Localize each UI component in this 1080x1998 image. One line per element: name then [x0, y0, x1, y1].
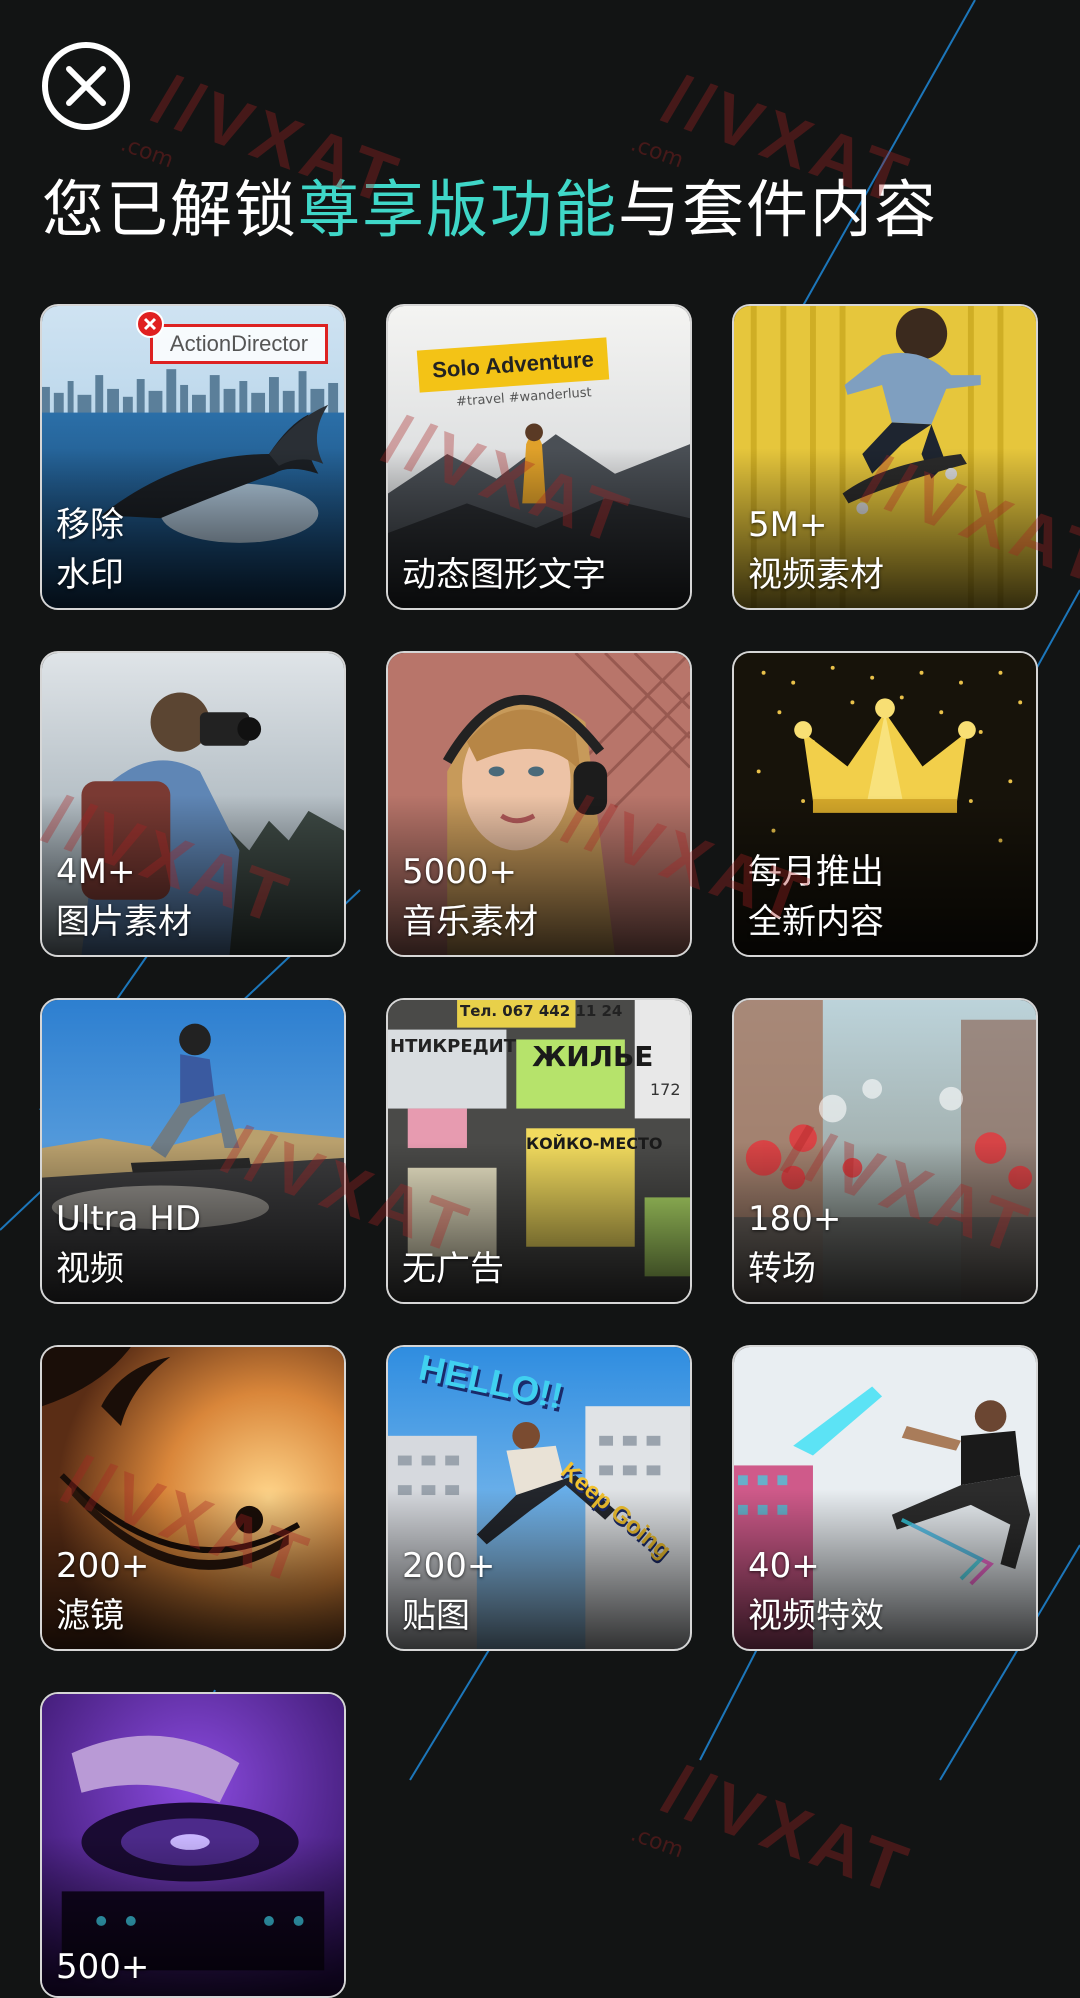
card-caption-line1: 移除: [56, 505, 124, 545]
feature-card-audio-assets[interactable]: 500+: [40, 1692, 346, 1998]
feature-card-remove-watermark[interactable]: ActionDirector 移除 水印: [40, 304, 346, 610]
card-caption: 5000+ 音乐素材: [402, 847, 538, 947]
card-caption-line1: 200+: [56, 1546, 150, 1586]
feature-card-ultra-hd[interactable]: Ultra HD 视频: [40, 998, 346, 1304]
poster-number-text: 172: [650, 1080, 681, 1099]
title-prefix: 您已解锁: [42, 173, 299, 246]
page-title: 您已解锁尊享版功能与套件内容: [42, 168, 938, 252]
card-caption-line2: 动态图形文字: [402, 555, 606, 595]
card-caption: 移除 水印: [56, 500, 124, 600]
close-button[interactable]: [42, 42, 130, 130]
motion-text-banner-title: Solo Adventure: [431, 346, 595, 383]
poster-phone-text: Тел. 067 442 11 24: [460, 1002, 623, 1020]
card-caption: 5M+ 视频素材: [748, 500, 884, 600]
card-caption-line1: 5000+: [402, 852, 518, 892]
card-caption: 4M+ 图片素材: [56, 847, 192, 947]
card-caption: 200+ 贴图: [402, 1541, 495, 1641]
close-icon: [66, 66, 106, 106]
card-caption-line1: 40+: [748, 1546, 820, 1586]
poster-word-text: ЖИЛЬЕ: [532, 1040, 654, 1073]
card-caption-line2: 转场: [748, 1249, 816, 1289]
poster-left-text: НТИКРЕДИТ: [390, 1036, 516, 1057]
card-caption-line1: Ultra HD: [56, 1199, 202, 1239]
feature-card-stickers[interactable]: HELLO!! Keep Going 200+ 贴图: [386, 1345, 692, 1651]
title-suffix: 与套件内容: [618, 173, 939, 246]
feature-card-video-assets[interactable]: 5M+ 视频素材: [732, 304, 1038, 610]
feature-card-filters[interactable]: 200+ 滤镜: [40, 1345, 346, 1651]
card-caption: 500+: [56, 1942, 149, 1992]
title-accent: 尊享版功能: [298, 173, 619, 246]
card-caption-line1: 每月推出: [748, 852, 884, 892]
card-caption-line2: 视频: [56, 1249, 124, 1289]
card-caption: 200+ 滤镜: [56, 1541, 149, 1641]
card-caption-line1: 4M+: [56, 852, 136, 892]
card-caption-line2: 图片素材: [56, 902, 192, 942]
watermark-badge-text: ActionDirector: [169, 331, 309, 356]
card-caption: 每月推出 全新内容: [748, 847, 884, 947]
card-caption-line2: 音乐素材: [402, 902, 538, 942]
card-caption-line2: 无广告: [402, 1249, 504, 1289]
card-caption-line1: 200+: [402, 1546, 496, 1586]
feature-card-motion-titles[interactable]: Solo Adventure #travel #wanderlust 动态图形文…: [386, 304, 692, 610]
card-caption: 180+ 转场: [748, 1194, 841, 1294]
card-caption: Ultra HD 视频: [56, 1194, 201, 1294]
feature-card-transitions[interactable]: 180+ 转场: [732, 998, 1038, 1304]
feature-card-monthly-content[interactable]: 每月推出 全新内容: [732, 651, 1038, 957]
feature-card-music-assets[interactable]: 5000+ 音乐素材: [386, 651, 692, 957]
card-caption-line2: 贴图: [402, 1596, 470, 1636]
watermark-badge: ActionDirector: [150, 324, 328, 364]
feature-card-video-effects[interactable]: 40+ 视频特效: [732, 1345, 1038, 1651]
card-caption-line2: 滤镜: [56, 1596, 124, 1636]
card-caption-line1: 5M+: [748, 505, 828, 545]
card-caption-line1: 500+: [56, 1947, 150, 1987]
card-caption-line2: 全新内容: [748, 902, 884, 942]
remove-badge-icon: [136, 310, 164, 338]
feature-card-photo-assets[interactable]: 4M+ 图片素材: [40, 651, 346, 957]
card-caption: 动态图形文字: [402, 550, 606, 600]
card-caption-line2: 视频素材: [748, 555, 884, 595]
card-caption-line2: 水印: [56, 555, 124, 595]
card-caption: 40+ 视频特效: [748, 1541, 884, 1641]
card-caption-line2: 视频特效: [748, 1596, 884, 1636]
feature-card-no-ads[interactable]: Тел. 067 442 11 24 НТИКРЕДИТ ЖИЛЬЕ 172 К…: [386, 998, 692, 1304]
card-caption-line1: 180+: [748, 1199, 842, 1239]
card-caption: 无广告: [402, 1244, 504, 1294]
